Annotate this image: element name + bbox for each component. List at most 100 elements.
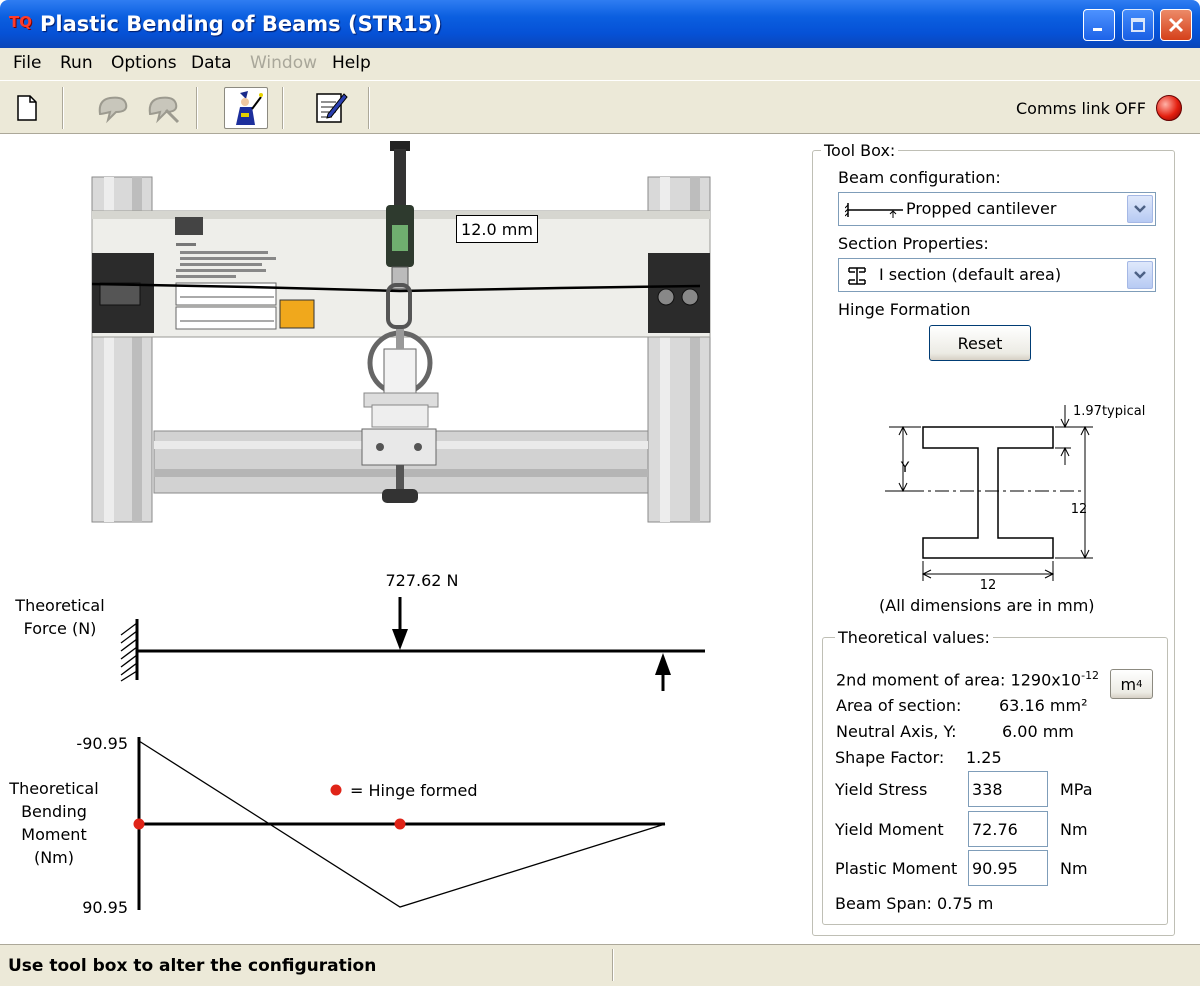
- app-logo-icon: TQ: [9, 13, 32, 31]
- menu-options[interactable]: Options: [111, 53, 177, 73]
- neutral-axis-value: 6.00 mm: [1002, 722, 1074, 741]
- toolbar-separator: [62, 87, 64, 129]
- width-dimension: 12: [980, 578, 997, 593]
- plastic-moment-input[interactable]: [968, 850, 1048, 886]
- chevron-down-icon: [1134, 271, 1146, 279]
- toolbar: Comms link OFF: [0, 80, 1200, 134]
- area-label: Area of section:: [836, 696, 962, 715]
- propped-cantilever-icon: [845, 203, 903, 218]
- yield-stress-input[interactable]: [968, 771, 1048, 807]
- wizard-button[interactable]: [224, 87, 268, 129]
- moment-label-line2: Bending: [21, 802, 87, 821]
- plastic-moment-unit: Nm: [1060, 859, 1088, 878]
- area-units-button[interactable]: m4: [1110, 669, 1153, 699]
- status-message: Use tool box to alter the configuration: [8, 956, 377, 976]
- i-section-outline: [922, 426, 1054, 559]
- simulation-pane: Theoretical Force (N) 727.62 N Theoretic…: [0, 135, 795, 943]
- maximize-button[interactable]: [1122, 9, 1154, 41]
- window-title: Plastic Bending of Beams (STR15): [40, 12, 443, 36]
- apparatus-and-diagrams: Theoretical Force (N) 727.62 N Theoretic…: [8, 141, 711, 917]
- close-button[interactable]: [1160, 9, 1192, 41]
- applied-load-arrow-icon: [392, 597, 408, 650]
- beam-config-dropdown[interactable]: Propped cantilever: [838, 192, 1156, 226]
- neutral-axis-y-label: Y: [900, 460, 910, 476]
- new-file-button[interactable]: [5, 87, 49, 129]
- hinge-legend-label: = Hinge formed: [350, 781, 478, 800]
- lower-rail-icon: [153, 428, 649, 503]
- i-section-drawing: Y 12 12 1.97typical: [885, 404, 1145, 593]
- status-bar-separator: [612, 949, 614, 981]
- section-properties-value: I section (default area): [879, 265, 1062, 284]
- moment-of-area-row: 2nd moment of area: 1290x10-12: [836, 669, 1099, 689]
- dimensions-note: (All dimensions are in mm): [879, 596, 1095, 615]
- beam-span-label: Beam Span:: [835, 894, 932, 913]
- area-units-exponent: 4: [1136, 678, 1143, 690]
- moment-label-line3: Moment: [21, 825, 86, 844]
- area-value: 63.16 mm²: [999, 696, 1088, 715]
- force-diagram-label-line2: Force (N): [24, 619, 97, 638]
- moment-label-line1: Theoretical: [8, 779, 98, 798]
- beam-config-label: Beam configuration:: [838, 168, 1001, 187]
- new-document-icon: [17, 95, 37, 121]
- reaction-arrow-icon: [655, 653, 671, 691]
- toolbar-separator: [368, 87, 370, 129]
- shape-factor-label: Shape Factor:: [835, 748, 945, 767]
- menu-help[interactable]: Help: [332, 53, 371, 73]
- connect-button: [90, 87, 134, 129]
- plastic-moment-label: Plastic Moment: [835, 859, 958, 878]
- right-roller-support-icon: [648, 253, 710, 333]
- comms-status-label: Comms link OFF: [1016, 99, 1146, 118]
- moment-of-area-exponent: -12: [1081, 669, 1100, 682]
- hinge-legend-dot-icon: [330, 784, 342, 796]
- close-icon: [1168, 17, 1184, 33]
- area-units-label: m: [1120, 674, 1137, 694]
- beam-config-dropdown-arrow[interactable]: [1127, 195, 1153, 223]
- theoretical-values-legend: Theoretical values:: [835, 628, 993, 647]
- minimize-button[interactable]: [1083, 9, 1115, 41]
- yield-moment-input[interactable]: [968, 811, 1048, 847]
- hinge-marker-under-load: [394, 818, 406, 830]
- shape-factor-value: 1.25: [966, 748, 1002, 767]
- moment-label-line4: (Nm): [34, 848, 74, 867]
- toolbox-legend: Tool Box:: [821, 141, 899, 160]
- minimize-icon: [1093, 28, 1102, 31]
- chevron-down-icon: [1134, 205, 1146, 213]
- section-properties-label: Section Properties:: [838, 234, 989, 253]
- wizard-icon: [236, 91, 263, 125]
- toolbar-separator: [282, 87, 284, 129]
- disconnect-button: [140, 87, 184, 129]
- fixed-support-hatch-icon: [120, 619, 139, 682]
- force-diagram-label-line1: Theoretical: [14, 596, 104, 615]
- maximize-icon: [1131, 18, 1145, 32]
- hinge-marker-fixed-end: [133, 818, 145, 830]
- yield-stress-unit: MPa: [1060, 780, 1093, 799]
- moment-of-area-label: 2nd moment of area:: [836, 670, 1006, 690]
- moment-axis-bottom-value: 90.95: [82, 898, 128, 917]
- toolbar-separator: [196, 87, 198, 129]
- menu-data[interactable]: Data: [191, 53, 232, 73]
- flange-thickness-note: 1.97typical: [1073, 404, 1145, 419]
- applied-load-value: 727.62 N: [385, 571, 458, 590]
- yield-stress-label: Yield Stress: [835, 780, 928, 799]
- beam-span-value: 0.75 m: [937, 894, 994, 913]
- section-properties-dropdown[interactable]: I section (default area): [838, 258, 1156, 292]
- comms-connect-icon: [98, 96, 128, 124]
- menu-bar: File Run Options Data Window Help: [0, 48, 1200, 80]
- notepad-pencil-icon: [316, 93, 348, 123]
- toolbox-pane: Tool Box: Beam configuration: Propped ca…: [795, 135, 1200, 943]
- height-dimension: 12: [1071, 502, 1088, 517]
- status-bar: Use tool box to alter the configuration: [0, 944, 1200, 986]
- neutral-axis-label: Neutral Axis, Y:: [836, 722, 957, 741]
- hinge-formation-label: Hinge Formation: [838, 300, 971, 319]
- yield-moment-unit: Nm: [1060, 820, 1088, 839]
- menu-file[interactable]: File: [13, 53, 41, 73]
- moment-of-area-value: 1290x10: [1010, 670, 1082, 690]
- section-properties-dropdown-arrow[interactable]: [1127, 261, 1153, 289]
- title-bar[interactable]: TQ Plastic Bending of Beams (STR15): [0, 0, 1200, 48]
- reset-button[interactable]: Reset: [929, 325, 1031, 361]
- moment-axis-top-value: -90.95: [76, 734, 128, 753]
- comms-disconnect-icon: [148, 96, 180, 124]
- menu-window: Window: [250, 53, 318, 73]
- notes-button[interactable]: [308, 87, 352, 129]
- menu-run[interactable]: Run: [60, 53, 93, 73]
